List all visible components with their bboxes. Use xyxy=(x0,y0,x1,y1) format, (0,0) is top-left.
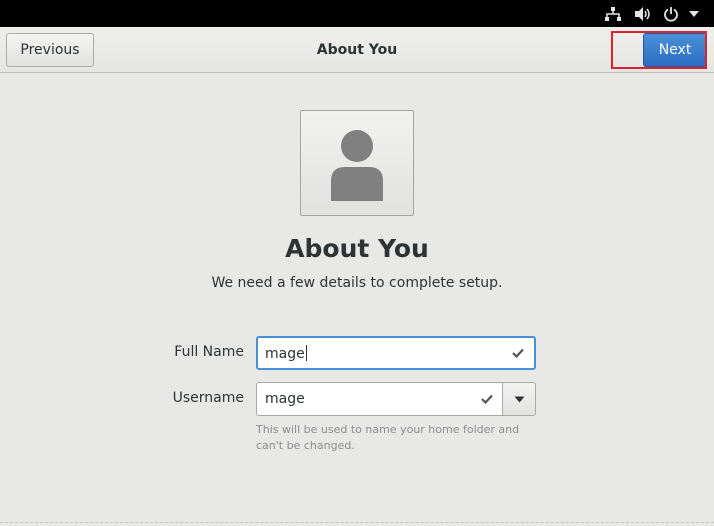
full-name-field[interactable]: mage xyxy=(256,336,536,370)
avatar-button[interactable] xyxy=(300,110,414,216)
chevron-down-icon[interactable] xyxy=(688,0,700,27)
top-panel xyxy=(0,0,714,27)
username-dropdown-button[interactable] xyxy=(502,382,536,416)
full-name-value: mage xyxy=(265,345,307,362)
username-field[interactable]: mage xyxy=(256,382,504,416)
full-name-label: Full Name xyxy=(174,344,244,360)
check-icon xyxy=(512,338,524,368)
page-title: About You xyxy=(285,234,429,263)
username-value: mage xyxy=(265,391,305,407)
username-label: Username xyxy=(172,390,244,406)
page-subtitle: We need a few details to complete setup. xyxy=(211,275,503,291)
chevron-down-icon xyxy=(514,396,525,403)
next-button-highlight xyxy=(611,31,707,69)
network-icon[interactable] xyxy=(604,0,622,27)
previous-button[interactable]: Previous xyxy=(6,33,94,67)
check-icon xyxy=(481,383,493,415)
volume-icon[interactable] xyxy=(634,0,652,27)
user-icon xyxy=(331,130,383,201)
power-icon[interactable] xyxy=(663,0,679,27)
username-hint: This will be used to name your home fold… xyxy=(256,423,520,452)
bottom-divider xyxy=(0,522,714,523)
header-bar xyxy=(0,27,714,73)
